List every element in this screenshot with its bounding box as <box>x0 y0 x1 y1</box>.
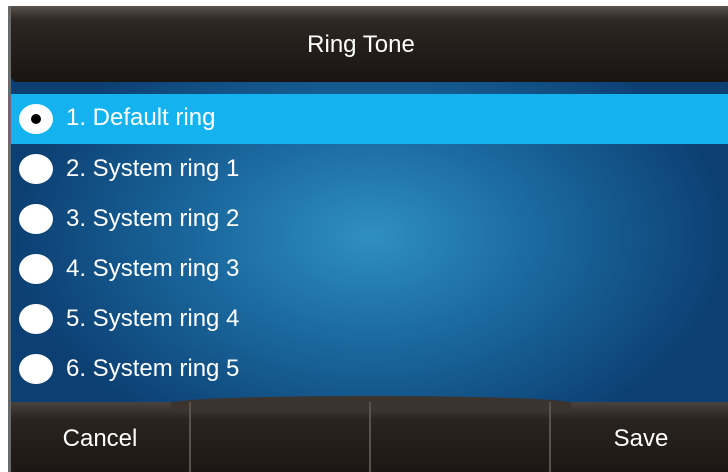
cancel-button[interactable]: Cancel <box>11 402 191 472</box>
ringtone-item-system-3[interactable]: 4. System ring 3 <box>11 244 728 294</box>
radio-unselected-icon[interactable] <box>19 154 53 184</box>
softkey-bar: Cancel Save <box>11 396 728 472</box>
ringtone-item-system-5[interactable]: 6. System ring 5 <box>11 344 728 394</box>
ringtone-label: 2. System ring 1 <box>66 155 240 182</box>
save-button[interactable]: Save <box>551 402 728 472</box>
radio-dot-icon <box>31 114 41 124</box>
ringtone-label: 4. System ring 3 <box>66 255 240 282</box>
ringtone-label: 6. System ring 5 <box>66 355 240 382</box>
ringtone-item-system-4[interactable]: 5. System ring 4 <box>11 294 728 344</box>
title-bar: Ring Tone <box>11 6 728 82</box>
radio-unselected-icon[interactable] <box>19 254 53 284</box>
radio-unselected-icon[interactable] <box>19 204 53 234</box>
ringtone-item-system-2[interactable]: 3. System ring 2 <box>11 194 728 244</box>
ringtone-list: 1. Default ring 2. System ring 1 3. Syst… <box>11 94 728 394</box>
ringtone-label: 3. System ring 2 <box>66 205 240 232</box>
radio-unselected-icon[interactable] <box>19 304 53 334</box>
radio-selected-icon[interactable] <box>19 104 53 134</box>
softkey-2-empty[interactable] <box>191 402 371 472</box>
radio-unselected-icon[interactable] <box>19 354 53 384</box>
ringtone-item-default[interactable]: 1. Default ring <box>11 94 728 144</box>
softkey-3-empty[interactable] <box>371 402 551 472</box>
ringtone-item-system-1[interactable]: 2. System ring 1 <box>11 144 728 194</box>
ringtone-label: 1. Default ring <box>66 104 216 131</box>
ringtone-label: 5. System ring 4 <box>66 305 240 332</box>
page-title: Ring Tone <box>307 31 415 58</box>
phone-screen: Ring Tone 1. Default ring 2. System ring… <box>8 6 728 472</box>
